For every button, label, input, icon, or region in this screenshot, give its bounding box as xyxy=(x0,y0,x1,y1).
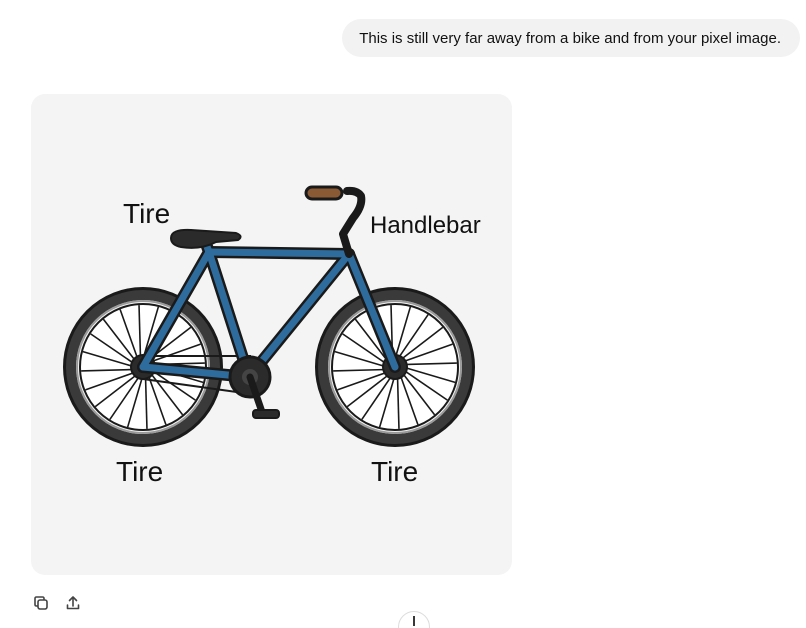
copy-button[interactable] xyxy=(30,592,52,614)
arrow-down-icon xyxy=(413,616,415,626)
crankset xyxy=(228,355,280,419)
chat-page: This is still very far away from a bike … xyxy=(0,0,806,628)
generated-image-card[interactable]: Tire Handlebar Tire Tire xyxy=(31,94,512,575)
label-tire-bottom-right: Tire xyxy=(371,456,418,487)
share-icon xyxy=(66,596,80,610)
label-tire-top-left: Tire xyxy=(123,198,170,229)
scroll-to-bottom-button[interactable] xyxy=(398,611,430,628)
user-message-text: This is still very far away from a bike … xyxy=(359,29,781,47)
label-handlebar: Handlebar xyxy=(370,212,481,239)
copy-icon xyxy=(34,596,48,610)
share-button[interactable] xyxy=(62,592,84,614)
label-tire-bottom-left: Tire xyxy=(116,456,163,487)
user-message-bubble: This is still very far away from a bike … xyxy=(342,19,800,57)
bicycle-illustration: Tire Handlebar Tire Tire xyxy=(63,185,481,487)
seat xyxy=(169,228,242,249)
message-actions xyxy=(30,592,84,614)
handlebar xyxy=(304,185,366,258)
